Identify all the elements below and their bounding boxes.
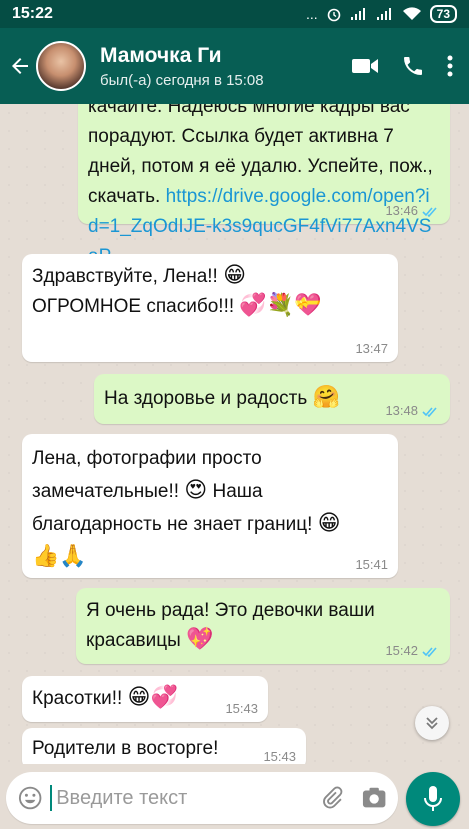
signal-icon-2 bbox=[376, 8, 391, 20]
message-text: Здравствуйте, Лена!! bbox=[32, 266, 224, 287]
status-icons: ... 73 bbox=[306, 5, 457, 23]
message-input[interactable] bbox=[56, 786, 322, 810]
contact-info[interactable]: Мамочка Ги был(-а) сегодня в 15:08 bbox=[100, 44, 351, 89]
message-meta: 13:46 bbox=[385, 204, 440, 218]
double-check-icon bbox=[422, 646, 437, 657]
message-outgoing[interactable]: На здоровье и радость 🤗 13:48 bbox=[94, 374, 450, 424]
status-bar: 15:22 ... 73 bbox=[0, 0, 469, 28]
thumbs-pray-emoji: 👍🙏 bbox=[32, 543, 87, 568]
message-incoming[interactable]: Здравствуйте, Лена!! 😁 ОГРОМНОЕ спасибо!… bbox=[22, 254, 398, 362]
grin-hearts-emoji: 😁💞 bbox=[127, 684, 178, 709]
scroll-to-bottom-button[interactable] bbox=[415, 706, 449, 740]
double-check-icon bbox=[422, 206, 437, 217]
message-meta: 15:43 bbox=[225, 702, 258, 716]
microphone-icon bbox=[424, 786, 442, 811]
double-check-icon bbox=[422, 406, 437, 417]
message-meta: 13:47 bbox=[355, 342, 388, 356]
status-time: 15:22 bbox=[12, 5, 53, 22]
last-seen: был(-а) сегодня в 15:08 bbox=[100, 71, 264, 89]
battery-indicator: 73 bbox=[429, 5, 457, 23]
chat-area[interactable]: качайте. Надеюсь многие кадры вас пораду… bbox=[0, 104, 469, 764]
message-outgoing[interactable]: Я очень рада! Это девочки ваши красавицы… bbox=[76, 588, 450, 664]
alarm-icon bbox=[327, 8, 340, 22]
message-text: Красотки!! bbox=[32, 688, 128, 709]
message-meta: 15:42 bbox=[385, 644, 440, 658]
grin-emoji: 😁 bbox=[317, 510, 341, 535]
composer bbox=[0, 764, 469, 829]
message-text: На здоровье и радость bbox=[104, 388, 313, 409]
heart-eyes-emoji: 😍 bbox=[184, 477, 208, 502]
message-incoming[interactable]: Родители в восторге! 15:43 bbox=[22, 728, 306, 764]
message-time: 15:41 bbox=[355, 557, 388, 572]
camera-icon[interactable] bbox=[362, 786, 386, 810]
sparkling-heart-emoji: 💖 bbox=[186, 626, 214, 651]
message-meta: 13:48 bbox=[385, 404, 440, 418]
chat-header: Мамочка Ги был(-а) сегодня в 15:08 bbox=[0, 28, 469, 104]
back-button[interactable] bbox=[0, 28, 40, 104]
message-input-bar bbox=[6, 772, 398, 824]
signal-icon bbox=[350, 8, 365, 20]
wifi-icon bbox=[402, 7, 421, 21]
microphone-button[interactable] bbox=[406, 772, 460, 826]
message-text: ОГРОМНОЕ спасибо!!! bbox=[32, 296, 240, 317]
message-time: 15:43 bbox=[263, 749, 296, 764]
message-outgoing[interactable]: качайте. Надеюсь многие кадры вас пораду… bbox=[78, 104, 450, 267]
grin-emoji: 😁 bbox=[223, 262, 247, 287]
avatar[interactable] bbox=[36, 41, 86, 91]
phone-icon[interactable] bbox=[401, 54, 425, 78]
message-incoming[interactable]: Красотки!! 😁💞 15:43 bbox=[22, 676, 268, 722]
message-meta: 15:41 bbox=[355, 558, 388, 572]
message-time: 13:48 bbox=[385, 403, 418, 418]
text-cursor bbox=[50, 785, 53, 811]
arrow-left-icon bbox=[12, 58, 28, 74]
message-time: 13:47 bbox=[355, 341, 388, 356]
status-dots: ... bbox=[305, 6, 318, 22]
message-incoming[interactable]: Лена, фотографии просто замечательные!! … bbox=[22, 434, 398, 578]
message-text: Я очень рада! Это девочки ваши красавицы bbox=[86, 600, 375, 651]
message-time: 13:46 bbox=[385, 203, 418, 218]
emoji-icon[interactable] bbox=[18, 785, 42, 811]
message-meta: 15:43 bbox=[263, 750, 296, 764]
more-vert-icon[interactable] bbox=[447, 55, 453, 77]
message-time: 15:42 bbox=[385, 643, 418, 658]
video-call-icon[interactable] bbox=[351, 56, 379, 76]
hug-emoji: 🤗 bbox=[312, 384, 340, 409]
contact-name: Мамочка Ги bbox=[100, 43, 222, 67]
message-text: Родители в восторге! bbox=[32, 738, 219, 759]
paperclip-icon[interactable] bbox=[321, 785, 343, 811]
chevron-double-down-icon bbox=[426, 717, 438, 730]
hearts-flowers-emoji: 💞💐💝 bbox=[239, 292, 322, 317]
message-time: 15:43 bbox=[225, 701, 258, 716]
